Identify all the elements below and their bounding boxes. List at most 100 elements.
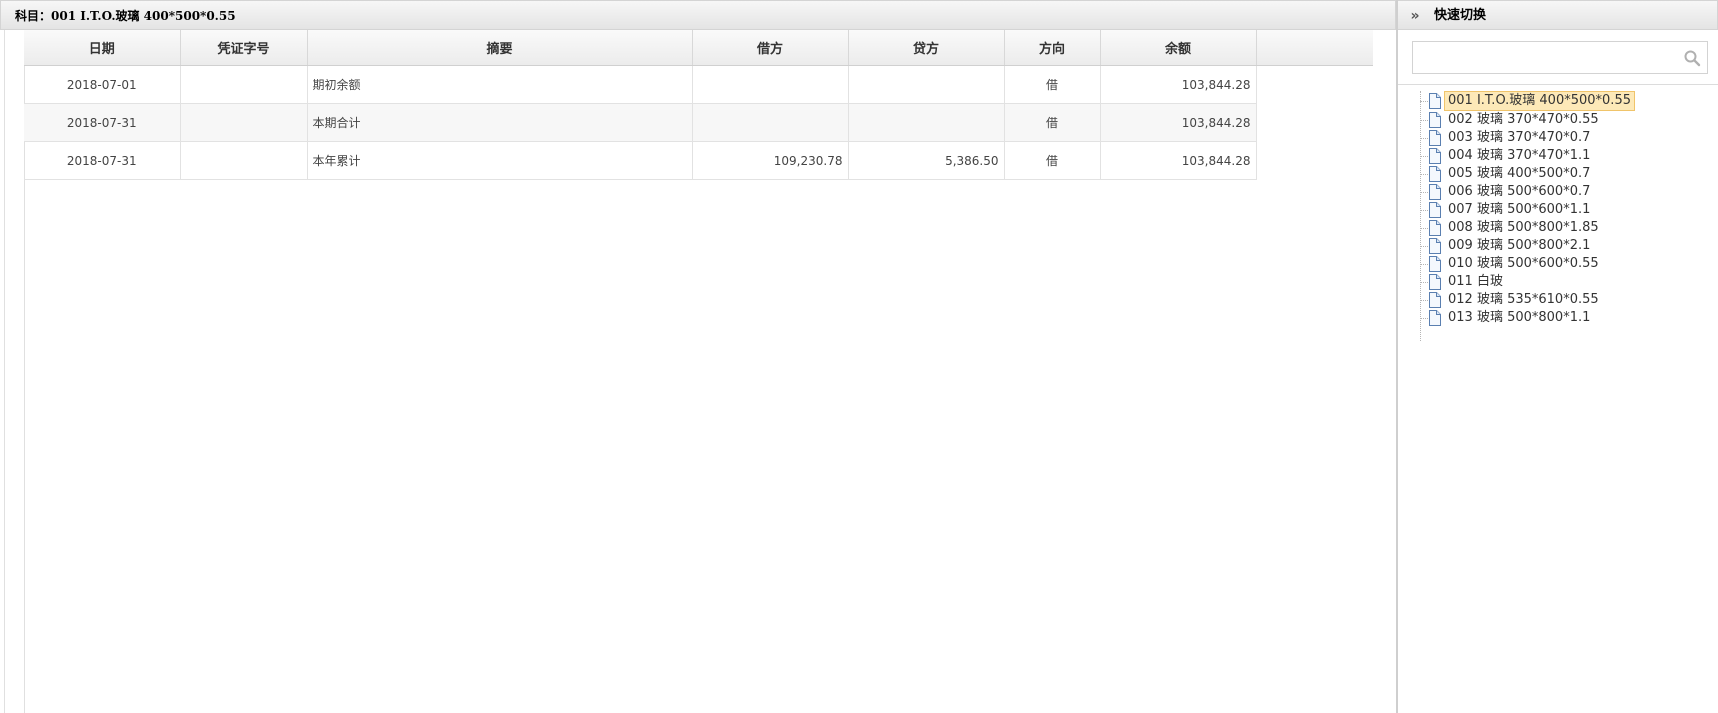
ledger-body: 日期 凭证字号 摘要 借方 贷方 方向 余额 2018-07-01 期初余额 借… <box>0 30 1396 713</box>
tree-connector <box>1420 282 1428 283</box>
tree-item-label: 006 玻璃 500*600*0.7 <box>1448 184 1591 199</box>
cell-debit <box>692 103 849 142</box>
tree-connector <box>1420 210 1428 211</box>
tree-connector <box>1420 300 1428 301</box>
tree-item-label: 011 白玻 <box>1448 274 1503 289</box>
tree-item-label: 001 I.T.O.玻璃 400*500*0.55 <box>1444 91 1635 111</box>
cell-debit <box>692 65 849 104</box>
table-row[interactable]: 2018-07-31 本期合计 借 103,844.28 <box>24 103 1373 142</box>
document-icon <box>1429 238 1441 254</box>
cell-summary: 本期合计 <box>307 103 693 142</box>
document-icon <box>1429 256 1441 272</box>
tree-item-label: 007 玻璃 500*600*1.1 <box>1448 202 1591 217</box>
tree-item-label: 010 玻璃 500*600*0.55 <box>1448 256 1599 271</box>
cell-debit: 109,230.78 <box>692 141 849 180</box>
tree-item[interactable]: 003 玻璃 370*470*0.7 <box>1420 128 1635 146</box>
document-icon <box>1429 310 1441 326</box>
ledger-panel: 科目：001 I.T.O.玻璃 400*500*0.55 日期 凭证字号 摘要 … <box>0 0 1397 713</box>
cell-credit <box>848 65 1005 104</box>
tree-item[interactable]: 007 玻璃 500*600*1.1 <box>1420 200 1635 218</box>
document-icon <box>1429 292 1441 308</box>
table-row[interactable]: 2018-07-31 本年累计 109,230.78 5,386.50 借 10… <box>24 141 1373 180</box>
document-icon <box>1429 148 1441 164</box>
cell-balance: 103,844.28 <box>1100 65 1257 104</box>
tree-connector <box>1420 156 1428 157</box>
tree-item[interactable]: 005 玻璃 400*500*0.7 <box>1420 164 1635 182</box>
tree-connector <box>1420 264 1428 265</box>
document-icon <box>1429 202 1441 218</box>
quick-switch-header: » 快速切换 <box>1398 0 1718 30</box>
tree-connector <box>1420 228 1428 229</box>
tree-item-label: 008 玻璃 500*800*1.85 <box>1448 220 1599 235</box>
tree-item[interactable]: 010 玻璃 500*600*0.55 <box>1420 254 1635 272</box>
tree-item-label: 009 玻璃 500*800*2.1 <box>1448 238 1591 253</box>
cell-voucher <box>180 65 308 104</box>
column-header-summary[interactable]: 摘要 <box>307 30 693 66</box>
tree-item-label: 002 玻璃 370*470*0.55 <box>1448 112 1599 127</box>
tree-item-label: 003 玻璃 370*470*0.7 <box>1448 130 1591 145</box>
table-row[interactable]: 2018-07-01 期初余额 借 103,844.28 <box>24 65 1373 104</box>
document-icon <box>1429 130 1441 146</box>
cell-date: 2018-07-31 <box>24 103 181 142</box>
search-input[interactable] <box>1413 42 1681 74</box>
document-icon <box>1429 93 1441 109</box>
tree-connector <box>1420 174 1428 175</box>
account-tree: 001 I.T.O.玻璃 400*500*0.55 002 玻璃 370*470*… <box>1420 91 1635 341</box>
ledger-title: 科目：001 I.T.O.玻璃 400*500*0.55 <box>0 0 1396 30</box>
tree-connector <box>1420 101 1428 102</box>
cell-direction: 借 <box>1004 103 1101 142</box>
tree-item[interactable]: 011 白玻 <box>1420 272 1635 290</box>
column-header-debit[interactable]: 借方 <box>692 30 849 66</box>
document-icon <box>1429 112 1441 128</box>
ledger-grid: 日期 凭证字号 摘要 借方 贷方 方向 余额 2018-07-01 期初余额 借… <box>24 30 1373 180</box>
tree-item-label: 012 玻璃 535*610*0.55 <box>1448 292 1599 307</box>
tree-connector <box>1420 318 1428 319</box>
document-icon <box>1429 166 1441 182</box>
cell-credit <box>848 103 1005 142</box>
tree-item-label: 013 玻璃 500*800*1.1 <box>1448 310 1591 325</box>
tree-connector <box>1420 120 1428 121</box>
double-chevron-right-icon[interactable]: » <box>1406 1 1424 29</box>
column-header-direction[interactable]: 方向 <box>1004 30 1101 66</box>
cell-balance: 103,844.28 <box>1100 103 1257 142</box>
tree-item[interactable]: 006 玻璃 500*600*0.7 <box>1420 182 1635 200</box>
ledger-table: 日期 凭证字号 摘要 借方 贷方 方向 余额 2018-07-01 期初余额 借… <box>24 30 1373 180</box>
cell-summary: 期初余额 <box>307 65 693 104</box>
document-icon <box>1429 184 1441 200</box>
tree-item[interactable]: 004 玻璃 370*470*1.1 <box>1420 146 1635 164</box>
cell-voucher <box>180 103 308 142</box>
cell-direction: 借 <box>1004 141 1101 180</box>
tree-item-label: 004 玻璃 370*470*1.1 <box>1448 148 1591 163</box>
column-header-credit[interactable]: 贷方 <box>848 30 1005 66</box>
search-icon[interactable] <box>1683 49 1701 67</box>
cell-direction: 借 <box>1004 65 1101 104</box>
cell-voucher <box>180 141 308 180</box>
quick-switch-panel: » 快速切换 001 I.T.O.玻璃 400*500*0.55 002 玻璃 3… <box>1397 0 1718 713</box>
tree-connector <box>1420 246 1428 247</box>
tree-item[interactable]: 009 玻璃 500*800*2.1 <box>1420 236 1635 254</box>
cell-date: 2018-07-01 <box>24 65 181 104</box>
column-header-date[interactable]: 日期 <box>24 30 181 66</box>
column-header-voucher[interactable]: 凭证字号 <box>180 30 308 66</box>
search-box <box>1412 41 1708 74</box>
cell-filler <box>1256 141 1373 180</box>
cell-balance: 103,844.28 <box>1100 141 1257 180</box>
cell-filler <box>1256 103 1373 142</box>
column-header-filler <box>1256 30 1373 66</box>
tree-connector <box>1420 192 1428 193</box>
tree-connector <box>1420 138 1428 139</box>
cell-summary: 本年累计 <box>307 141 693 180</box>
cell-filler <box>1256 65 1373 104</box>
document-icon <box>1429 274 1441 290</box>
tree-item[interactable]: 002 玻璃 370*470*0.55 <box>1420 110 1635 128</box>
tree-item[interactable]: 013 玻璃 500*800*1.1 <box>1420 308 1635 326</box>
tree-item[interactable]: 001 I.T.O.玻璃 400*500*0.55 <box>1420 91 1635 111</box>
tree-item[interactable]: 012 玻璃 535*610*0.55 <box>1420 290 1635 308</box>
tree-item-label: 005 玻璃 400*500*0.7 <box>1448 166 1591 181</box>
table-header-row: 日期 凭证字号 摘要 借方 贷方 方向 余额 <box>24 30 1373 66</box>
search-area <box>1398 30 1718 85</box>
tree-item[interactable]: 008 玻璃 500*800*1.85 <box>1420 218 1635 236</box>
row-number-column <box>4 30 25 713</box>
quick-switch-title: 快速切换 <box>1434 8 1487 23</box>
column-header-balance[interactable]: 余额 <box>1100 30 1257 66</box>
